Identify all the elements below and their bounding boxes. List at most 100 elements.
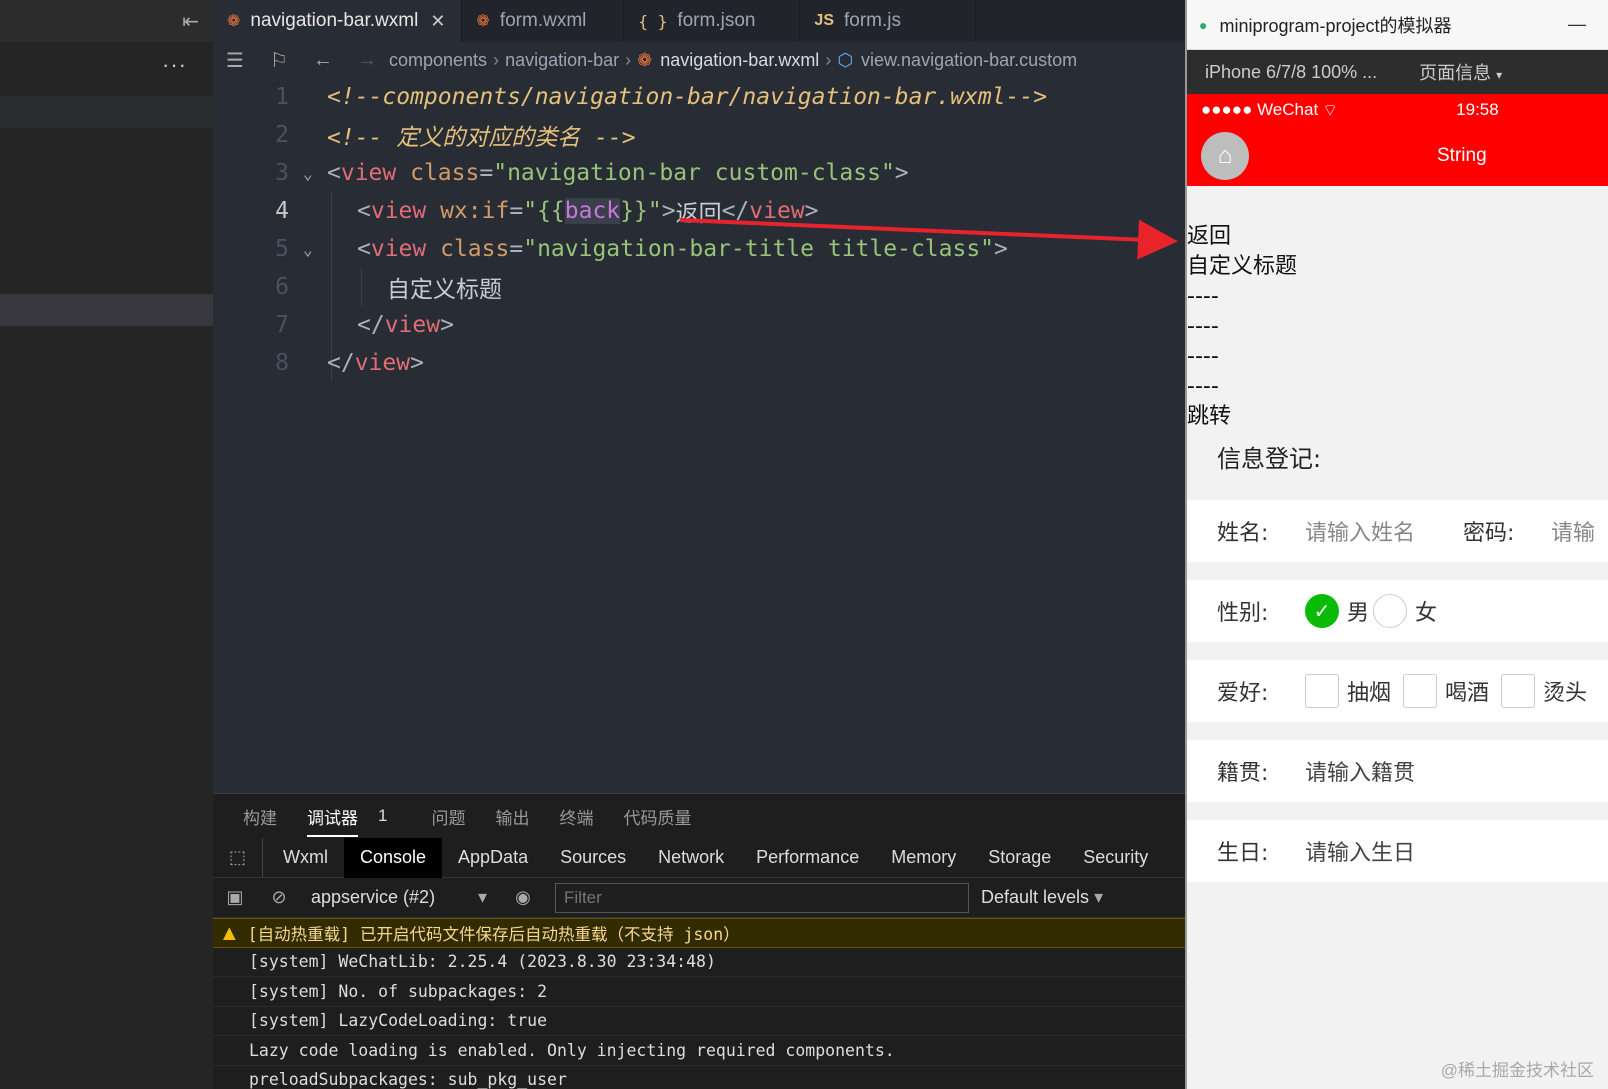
- forward-arrow-icon[interactable]: →: [345, 49, 389, 72]
- tab-performance[interactable]: Performance: [740, 838, 875, 878]
- fold-chevron-icon[interactable]: ⌄: [303, 164, 321, 183]
- tab-appdata[interactable]: AppData: [442, 838, 544, 878]
- tag-name: view: [370, 236, 427, 262]
- tab-terminal[interactable]: 终端: [559, 804, 593, 829]
- radio-male-checked[interactable]: ✓: [1305, 594, 1339, 628]
- log-levels-select[interactable]: Default levels ▾: [981, 887, 1103, 908]
- minimize-icon[interactable]: —: [1568, 14, 1586, 35]
- attr-name: class: [410, 160, 480, 186]
- tag-name: view: [354, 350, 411, 376]
- console-output[interactable]: ▲ [自动热重载] 已开启代码文件保存后自动热重载（不支持 json） [sys…: [213, 918, 1185, 1089]
- origin-picker[interactable]: 请输入籍贯: [1305, 755, 1415, 787]
- tab-network[interactable]: Network: [642, 838, 740, 878]
- checkbox-smoking[interactable]: [1305, 674, 1339, 708]
- more-actions-icon[interactable]: ···: [162, 52, 187, 78]
- console-filter-input[interactable]: [555, 882, 969, 913]
- debugger-count-badge: 1: [378, 806, 388, 825]
- code-line[interactable]: 2 <!-- 定义的对应的类名 -->: [213, 116, 1185, 154]
- tab-form-wxml[interactable]: ❁ form.wxml: [462, 0, 625, 42]
- code-line[interactable]: 1 <!--components/navigation-bar/navigati…: [213, 78, 1185, 116]
- tag-name: view: [370, 198, 427, 224]
- tab-memory[interactable]: Memory: [875, 838, 972, 878]
- tab-problems[interactable]: 问题: [431, 804, 465, 829]
- password-label: 密码:: [1463, 521, 1515, 546]
- code-line[interactable]: 7 </view >: [213, 306, 1185, 344]
- back-text[interactable]: 返回: [1187, 222, 1608, 252]
- tag-name: view: [749, 198, 805, 224]
- bookmark-icon[interactable]: ⚐: [257, 48, 301, 73]
- page-content: 返回 自定义标题 ---- ---- ---- ---- 跳转 信息登记: 姓名…: [1187, 186, 1608, 882]
- devtools-tab-bar: ⬚ Wxml Console AppData Sources Network P…: [213, 837, 1185, 878]
- tab-label: form.json: [677, 10, 756, 31]
- name-input[interactable]: 请输入姓名: [1305, 515, 1463, 547]
- collapse-sidebar-icon[interactable]: ⇤: [182, 9, 199, 34]
- eye-icon[interactable]: ◉: [501, 887, 545, 908]
- line-number: 2: [275, 122, 289, 148]
- page-info-button[interactable]: 页面信息 ▾: [1419, 59, 1502, 85]
- code-editor: ❁ navigation-bar.wxml ✕ ❁ form.wxml { } …: [213, 0, 1185, 793]
- close-icon[interactable]: ✕: [430, 11, 445, 32]
- tab-security[interactable]: Security: [1067, 838, 1164, 878]
- navigate-link[interactable]: 跳转: [1187, 402, 1608, 432]
- breadcrumb-item[interactable]: view.navigation-bar.custom: [861, 50, 1077, 71]
- console-message: [自动热重载] 已开启代码文件保存后自动热重载（不支持 json）: [247, 924, 740, 944]
- breadcrumb-item[interactable]: navigation-bar: [505, 50, 619, 71]
- clear-console-icon[interactable]: ⊘: [257, 887, 301, 908]
- custom-navigation-bar: ⌂ String: [1187, 126, 1608, 186]
- back-arrow-icon[interactable]: ←: [301, 49, 345, 72]
- code-line[interactable]: 8 </view >: [213, 344, 1185, 382]
- breadcrumb: ☰ ⚐ ← → components › navigation-bar › ❁ …: [213, 42, 1185, 78]
- line-number: 6: [275, 274, 289, 300]
- tab-build[interactable]: 构建: [243, 804, 277, 829]
- code-line[interactable]: 6 自定义标题: [213, 268, 1185, 306]
- custom-title-text: 自定义标题: [1187, 254, 1298, 279]
- breadcrumb-item[interactable]: components: [389, 50, 487, 71]
- code-line[interactable]: 3 ⌄ < view class = "navigation-bar custom-c…: [213, 154, 1185, 192]
- simulator-titlebar: ● miniprogram-project的模拟器 —: [1187, 0, 1608, 50]
- hobby-row: 爱好: 抽烟 喝酒 烫头: [1187, 660, 1608, 722]
- tab-form-json[interactable]: { } form.json: [624, 0, 801, 42]
- tab-console[interactable]: Console: [343, 837, 443, 878]
- context-select[interactable]: appservice (#2) ▾: [301, 887, 501, 908]
- tab-wxml[interactable]: Wxml: [267, 838, 344, 878]
- gender-label: 性别:: [1217, 601, 1269, 626]
- home-icon[interactable]: ⌂: [1201, 132, 1249, 180]
- status-time: 19:58: [1456, 100, 1499, 119]
- attr-value: "navigation-bar custom-class": [493, 160, 895, 186]
- tab-debugger[interactable]: 调试器: [307, 804, 358, 837]
- watermark: @稀土掘金技术社区: [1440, 1061, 1594, 1080]
- checkbox-perm[interactable]: [1501, 674, 1536, 708]
- tab-code-quality[interactable]: 代码质量: [623, 804, 691, 829]
- inspect-element-icon[interactable]: ⬚: [213, 837, 263, 878]
- sidebar-hover-row[interactable]: [0, 96, 213, 128]
- birthday-picker[interactable]: 请输入生日: [1305, 835, 1415, 867]
- password-input[interactable]: 请输: [1551, 515, 1595, 547]
- line-number: 7: [275, 312, 289, 338]
- tab-form-js[interactable]: JS form.js: [800, 0, 977, 42]
- gender-row: 性别: ✓ 男 女: [1187, 580, 1608, 642]
- tab-output[interactable]: 输出: [495, 804, 529, 829]
- sidebar-selected-row[interactable]: [0, 294, 213, 326]
- console-line: [system] No. of subpackages: 2: [213, 977, 1185, 1007]
- simulator-window: ● miniprogram-project的模拟器 — iPhone 6/7/8…: [1185, 0, 1608, 1089]
- checkbox-drinking[interactable]: [1403, 674, 1438, 708]
- dropdown-arrow-icon: ▾: [477, 887, 487, 907]
- outline-icon[interactable]: ☰: [213, 48, 257, 73]
- tab-sources[interactable]: Sources: [544, 838, 642, 878]
- code-line-current[interactable]: 4 < view wx:if = "{{back}}" > 返回 </view >: [213, 192, 1185, 230]
- radio-female[interactable]: [1373, 594, 1408, 628]
- breadcrumb-item[interactable]: navigation-bar.wxml: [660, 50, 819, 71]
- wechat-devtools-icon: ●: [1199, 16, 1208, 33]
- sidebar-toggle-icon[interactable]: ▣: [213, 887, 257, 908]
- tab-storage[interactable]: Storage: [972, 838, 1067, 878]
- bound-variable: back: [564, 198, 621, 224]
- navigation-title: String: [1437, 145, 1487, 166]
- dropdown-arrow-icon: ▾: [1094, 887, 1104, 907]
- code-line[interactable]: 5 ⌄ < view class = "navigation-bar-title ti…: [213, 230, 1185, 268]
- tab-navigation-bar-wxml[interactable]: ❁ navigation-bar.wxml ✕: [213, 0, 463, 42]
- fold-chevron-icon[interactable]: ⌄: [303, 240, 321, 259]
- hobby-option: 烫头: [1543, 681, 1588, 706]
- wechat-icon: ❁: [227, 13, 241, 30]
- form-heading: 信息登记:: [1217, 445, 1322, 473]
- device-select[interactable]: iPhone 6/7/8 100% ...: [1205, 62, 1377, 83]
